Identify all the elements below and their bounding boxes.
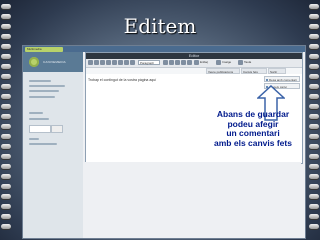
sidebar-link[interactable] [29,143,57,145]
ring [1,194,11,199]
tab-exit[interactable]: Sortir [268,68,286,74]
ring [1,124,11,129]
site-name: CANVIEMEDIA [43,60,66,64]
editor-toolbar: Paragraph Enllaç Imatge Taula [86,59,302,68]
italic-icon[interactable] [94,60,99,65]
ring [1,174,11,179]
ring [309,224,319,229]
ring [309,74,319,79]
table-icon[interactable] [238,60,243,65]
ring [1,224,11,229]
list-icon[interactable] [118,60,123,65]
tab-view-publications[interactable]: Veure publicacions [206,68,240,74]
sidebar-heading [29,138,39,140]
ring [309,104,319,109]
sidebar-link[interactable] [29,118,49,120]
ring [309,144,319,149]
sidebar: CANVIEMEDIA [23,52,83,238]
sidebar-link[interactable] [29,85,65,87]
ring [1,154,11,159]
slide-background: Editem Multimedia CANVIEMEDIA Editor Par… [0,0,320,240]
site-header: CANVIEMEDIA [23,52,83,72]
ring [309,54,319,59]
style-select[interactable]: Paragraph [138,60,160,65]
site-logo [29,57,39,67]
slide-title: Editem [123,14,197,38]
ring [1,164,11,169]
ring [309,94,319,99]
search-input[interactable] [29,125,51,133]
ring [1,134,11,139]
ring [309,44,319,49]
ring [309,164,319,169]
sidebar-link[interactable] [29,96,55,98]
save-with-comment-button[interactable]: Desa amb comentari [264,76,300,82]
paste-icon[interactable] [187,60,192,65]
save-icon [266,79,268,81]
bold-icon[interactable] [88,60,93,65]
ring [309,124,319,129]
note-line: amb els canvis fets [214,137,292,148]
link-label[interactable]: Enllaç [200,60,208,65]
ring [1,54,11,59]
ring [1,74,11,79]
tab-changes[interactable]: Canvis fets [241,68,267,74]
ring [309,184,319,189]
image-icon[interactable] [216,60,221,65]
ring [1,44,11,49]
ring [1,214,11,219]
ring [309,174,319,179]
ring [1,94,11,99]
align-center-icon[interactable] [112,60,117,65]
redo-icon[interactable] [169,60,174,65]
indent-icon[interactable] [124,60,129,65]
editor-body-text: Trobap el contingut de la vostra pàgina … [88,78,157,82]
ring [309,134,319,139]
sidebar-heading [29,112,43,114]
search-button[interactable] [51,125,63,133]
table-label[interactable]: Taula [244,60,251,65]
editor-tabs: Veure publicacions Canvis fets Sortir [86,68,302,74]
ring [1,104,11,109]
save-with-comment-label: Desa amb comentari [269,78,297,82]
sidebar-link[interactable] [29,80,51,82]
undo-icon[interactable] [163,60,168,65]
ring [309,64,319,69]
ring [309,214,319,219]
copy-icon[interactable] [181,60,186,65]
link-icon[interactable] [194,60,199,65]
ring [309,204,319,209]
ring [1,204,11,209]
ring [1,64,11,69]
ring [309,154,319,159]
ring [1,184,11,189]
ring [309,84,319,89]
align-left-icon[interactable] [106,60,111,65]
page-background-area [85,162,301,238]
ring [1,84,11,89]
ring [1,144,11,149]
ring [309,194,319,199]
ring [309,4,319,9]
cut-icon[interactable] [175,60,180,65]
image-label[interactable]: Imatge [222,60,231,65]
underline-icon[interactable] [100,60,105,65]
ring [309,114,319,119]
sidebar-link[interactable] [29,90,59,92]
ring [1,4,11,9]
outdent-icon[interactable] [130,60,135,65]
ring [1,114,11,119]
annotation-note: Abans de guardar podeu afegir un comenta… [208,109,298,148]
